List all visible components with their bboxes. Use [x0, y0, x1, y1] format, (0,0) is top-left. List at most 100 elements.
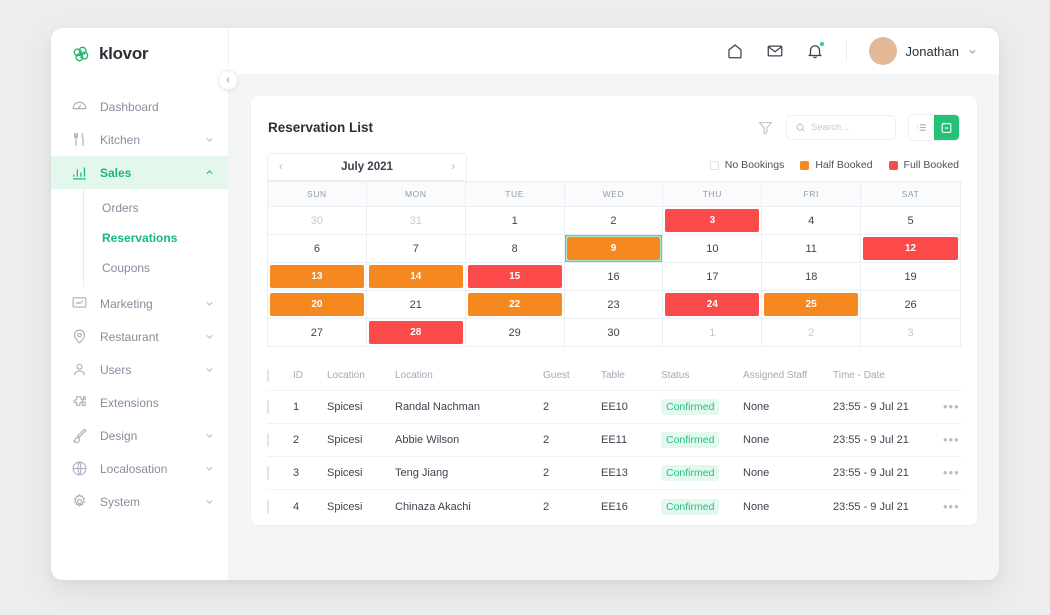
calendar-day-cell[interactable]: 30	[268, 206, 367, 234]
calendar-day-cell[interactable]: 10	[663, 234, 763, 262]
table-row[interactable]: 4 Spicesi Chinaza Akachi 2 EE16 Confirmed None…	[267, 490, 961, 523]
view-toggle	[908, 114, 960, 141]
calendar-day-cell[interactable]: 1	[465, 206, 565, 234]
row-actions-button[interactable]: •••	[943, 500, 971, 514]
sidebar-item-extensions[interactable]: Extensions	[51, 386, 228, 419]
table-row[interactable]: 2 Spicesi Abbie Wilson 2 EE11 Confirmed None 23…	[267, 424, 961, 457]
sidebar-item-kitchen[interactable]: Kitchen	[51, 123, 228, 156]
table-row[interactable]: 3 Spicesi Teng Jiang 2 EE13 Confirmed None 23:5…	[267, 457, 961, 490]
legend-swatch	[709, 160, 719, 170]
row-checkbox[interactable]	[267, 499, 293, 514]
sidebar-item-reservations[interactable]: Reservations	[84, 223, 228, 253]
calendar-day-cell[interactable]: 14	[366, 262, 466, 290]
prev-month-button[interactable]: ‹	[279, 161, 283, 173]
brand[interactable]: klovor	[51, 28, 228, 80]
calendar-day-cell[interactable]: 23	[564, 290, 664, 318]
status-badge: Confirmed	[661, 399, 720, 415]
row-actions-button[interactable]: •••	[943, 466, 971, 480]
status-badge: Confirmed	[661, 498, 720, 515]
sidebar-item-users[interactable]: Users	[51, 353, 228, 386]
calendar-day-cell[interactable]: 19	[861, 262, 960, 290]
calendar-day-cell[interactable]: 2	[564, 206, 664, 234]
search-input[interactable]	[811, 122, 887, 133]
filter-icon[interactable]	[757, 119, 774, 136]
sidebar-subitem-label: Orders	[102, 201, 139, 215]
calendar-day-label: 2	[808, 326, 815, 339]
home-icon[interactable]	[726, 42, 744, 60]
cell-name: Randal Nachman	[395, 401, 480, 413]
list-view-button[interactable]	[909, 115, 934, 140]
sidebar-item-design[interactable]: Design	[51, 419, 228, 452]
row-checkbox[interactable]	[267, 433, 293, 447]
calendar-day-cell[interactable]: 18	[762, 262, 862, 290]
calendar-day-cell[interactable]: 9	[564, 234, 664, 262]
calendar-day-label: 28	[368, 321, 463, 344]
chevron-down-icon	[969, 49, 976, 54]
calendar-view-button[interactable]	[934, 115, 959, 140]
calendar-day-cell[interactable]: 7	[366, 234, 466, 262]
notifications-button[interactable]	[806, 41, 825, 60]
next-month-button[interactable]: ›	[451, 161, 455, 173]
sidebar-item-marketing[interactable]: Marketing	[51, 287, 228, 320]
calendar-day-cell[interactable]: 16	[564, 262, 664, 290]
calendar-day-cell[interactable]: 3	[663, 206, 763, 234]
checkbox[interactable]	[267, 433, 269, 447]
sidebar-item-coupons[interactable]: Coupons	[84, 253, 228, 283]
row-actions-button[interactable]: •••	[943, 400, 971, 414]
calendar-day-cell[interactable]: 2	[762, 318, 862, 346]
mail-icon[interactable]	[766, 42, 784, 60]
calendar-day-cell[interactable]: 24	[663, 290, 763, 318]
calendar-day-cell[interactable]: 20	[268, 290, 367, 318]
sidebar-item-dashboard[interactable]: Dashboard	[51, 90, 228, 123]
calendar-day-cell[interactable]: 22	[465, 290, 565, 318]
calendar-day-cell[interactable]: 28	[366, 318, 466, 346]
calendar-day-label: 5	[907, 214, 914, 227]
row-checkbox[interactable]	[267, 400, 293, 414]
calendar-day-cell[interactable]: 21	[366, 290, 466, 318]
calendar-day-cell[interactable]: 26	[861, 290, 960, 318]
sidebar-item-orders[interactable]: Orders	[84, 193, 228, 223]
calendar-day-cell[interactable]: 15	[465, 262, 565, 290]
sidebar-item-system[interactable]: System	[51, 485, 228, 518]
table-row[interactable]: 1 Spicesi Randal Nachman 2 EE10 Confirmed None…	[267, 391, 961, 424]
sidebar-item-sales[interactable]: Sales	[51, 156, 228, 189]
column-assigned-staff: Assigned Staff	[743, 370, 808, 381]
card-tools	[757, 114, 960, 141]
calendar-day-cell[interactable]: 25	[762, 290, 862, 318]
calendar-day-cell[interactable]: 3	[861, 318, 960, 346]
calendar-day-cell[interactable]: 11	[762, 234, 862, 262]
checkbox[interactable]	[267, 466, 269, 480]
calendar-day-cell[interactable]: 12	[861, 234, 960, 262]
sidebar-item-restaurant[interactable]: Restaurant	[51, 320, 228, 353]
calendar-day-cell[interactable]: 31	[366, 206, 466, 234]
user-menu[interactable]: Jonathan	[868, 37, 978, 65]
calendar-day-cell[interactable]: 1	[663, 318, 763, 346]
checkbox[interactable]	[267, 400, 269, 414]
row-actions-button[interactable]: •••	[943, 433, 971, 447]
cell-location: Spicesi	[327, 500, 363, 513]
calendar-day-cell[interactable]: 17	[663, 262, 763, 290]
row-checkbox[interactable]	[267, 466, 293, 480]
calendar-week-row: 30 31 1 2 3 4 5	[268, 206, 960, 234]
calendar-day-cell[interactable]: 6	[268, 234, 367, 262]
sidebar-item-localosation[interactable]: Localosation	[51, 452, 228, 485]
card-header: Reservation List	[267, 114, 961, 141]
list-view-icon	[917, 124, 926, 131]
globe-icon	[71, 460, 88, 477]
calendar-day-cell[interactable]: 13	[268, 262, 367, 290]
calendar-day-cell[interactable]: 8	[465, 234, 565, 262]
select-all-checkbox[interactable]	[267, 369, 293, 382]
weekday-mon: MON	[366, 181, 466, 206]
calendar-day-cell[interactable]: 5	[861, 206, 960, 234]
calendar-day-label: 30	[607, 326, 620, 339]
calendar-body: 30 31 1 2 3 4 5 6 7 8 9 10 11 12 13 14 15 16 17 18 19 20 21 22 2…	[268, 206, 960, 346]
calendar-day-cell[interactable]: 4	[762, 206, 862, 234]
checkbox[interactable]	[267, 499, 269, 514]
calendar-day-cell[interactable]: 27	[268, 318, 367, 346]
search-box[interactable]	[786, 115, 896, 140]
calendar-day-cell[interactable]: 30	[564, 318, 664, 346]
sidebar-collapse-button[interactable]	[218, 70, 238, 90]
calendar-day-cell[interactable]: 29	[465, 318, 565, 346]
chevron-down-icon	[206, 367, 213, 372]
legend-label: Full Booked	[903, 159, 959, 171]
